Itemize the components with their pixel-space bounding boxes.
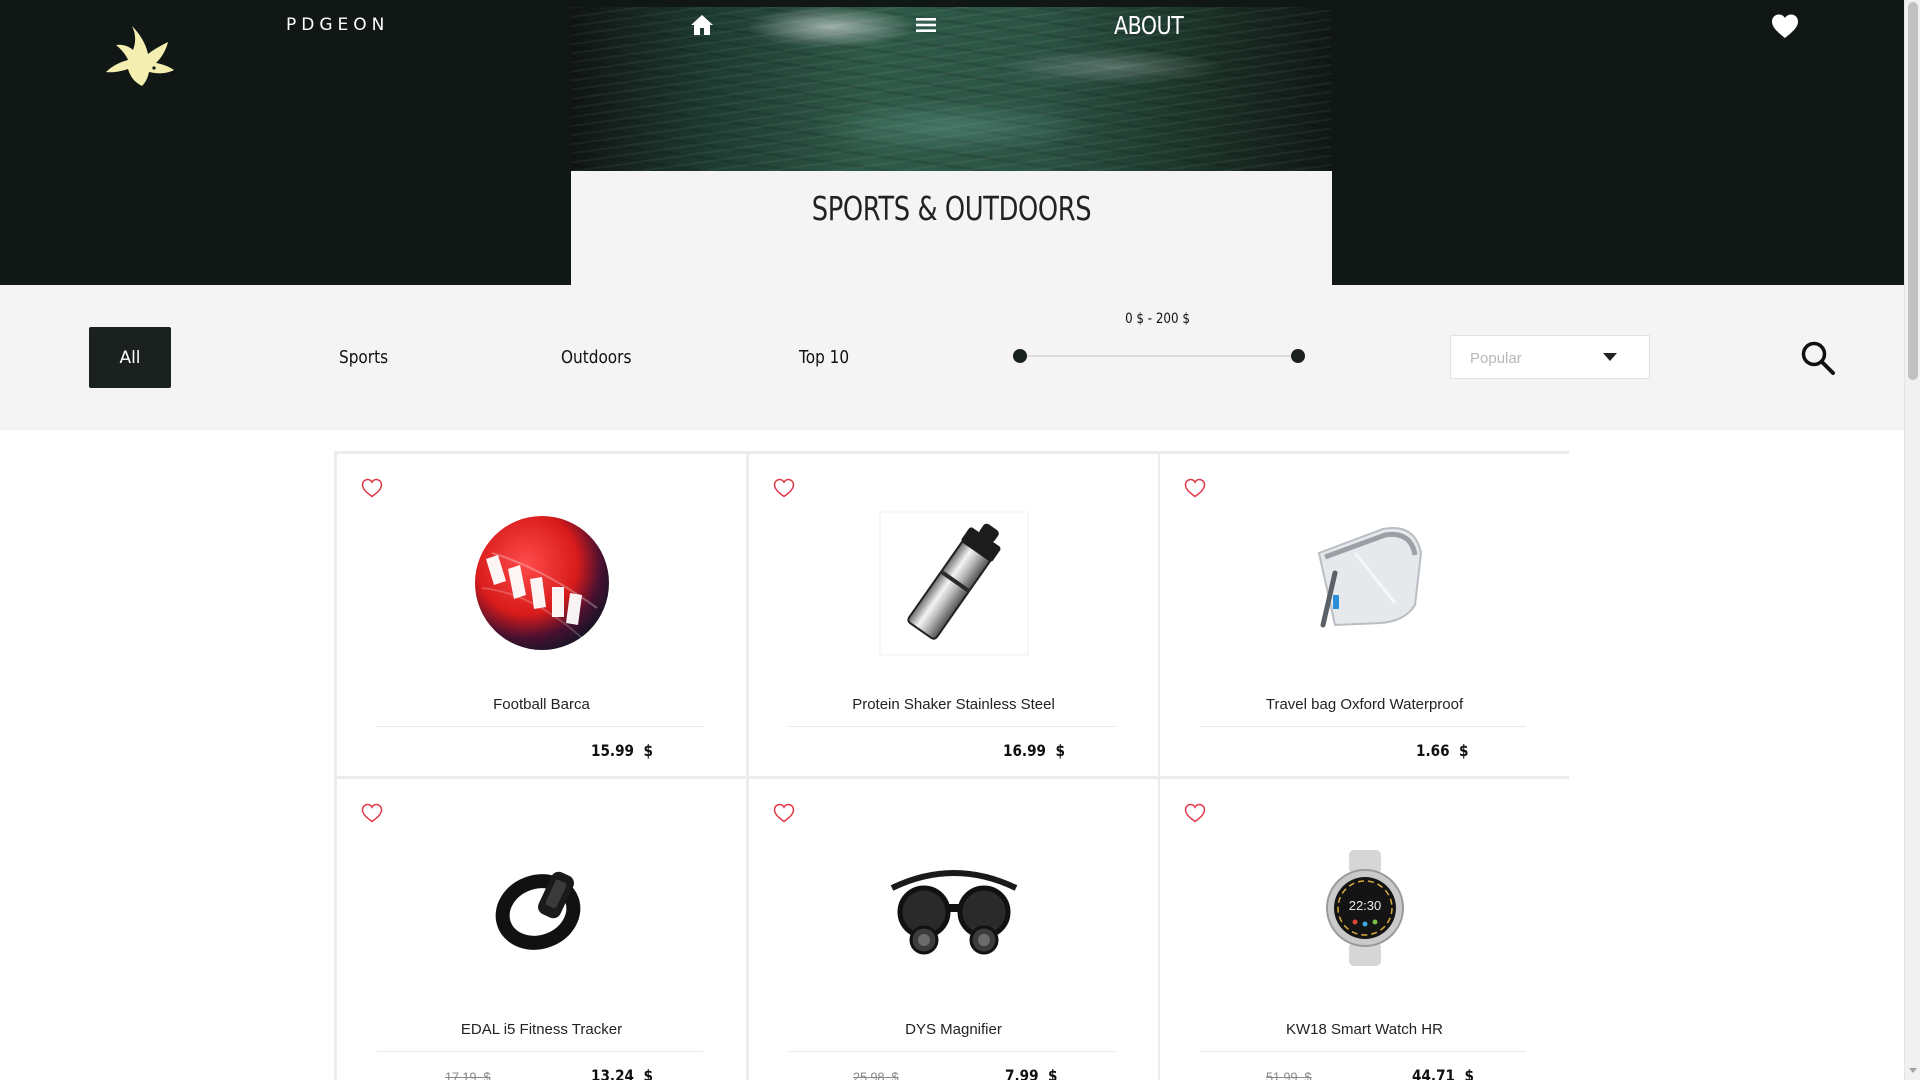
price-value: 15.99 [591,741,635,760]
filter-tab-outdoors[interactable]: Outdoors [561,347,631,368]
product-card[interactable]: Protein Shaker Stainless Steel 16.99 $ [749,454,1158,776]
travel-bag-image[interactable] [1280,508,1450,658]
price-value: 16.99 [1003,741,1047,760]
product-grid: Football Barca 15.99 $ Protein Shaker St… [334,451,1569,1080]
product-name[interactable]: Protein Shaker Stainless Steel [749,696,1158,713]
product-price: 7.99 $ [1005,1066,1058,1080]
price-range-track[interactable] [1019,355,1297,357]
sort-dropdown[interactable]: Popular [1450,335,1650,379]
product-price: 16.99 $ [1003,741,1065,760]
old-price-value: 51.99 [1266,1069,1298,1080]
price-value: 13.24 [591,1066,635,1080]
old-price-value: 17.19 [445,1069,477,1080]
caret-down-icon [1603,353,1617,361]
brand-name[interactable]: PDGEON [286,15,389,35]
hero-header: PDGEON ABOUT SPORTS & OUTDOORS [0,0,1904,285]
scrollbar-thumb[interactable] [1908,2,1918,380]
football-ball-image[interactable] [457,508,627,658]
price-currency: $ [1459,741,1469,760]
scroll-down-arrow-icon[interactable] [1909,1068,1917,1073]
heart-outline-icon[interactable] [773,478,795,498]
old-price-currency: $ [891,1069,899,1080]
old-price-value: 25.98 [853,1069,885,1080]
filter-tab-top10[interactable]: Top 10 [799,347,849,368]
sort-selected-value: Popular [1470,350,1522,367]
magnifier-glasses-graphic [890,870,1018,955]
heart-outline-icon[interactable] [361,478,383,498]
product-old-price: 25.98 $ [853,1069,899,1080]
heart-icon[interactable] [1771,13,1799,39]
shaker-bottle-graphic [879,511,1029,655]
product-divider [377,1051,703,1052]
price-currency: $ [1055,741,1065,760]
product-card[interactable]: Travel bag Oxford Waterproof 1.66 $ [1160,454,1569,776]
football-ball-graphic [475,516,609,650]
product-divider [377,726,703,727]
product-price: 44.71 $ [1412,1066,1474,1080]
product-divider [1200,1051,1526,1052]
filter-bar: All Sports Outdoors Top 10 0 $ - 200 $ P… [0,285,1904,430]
price-range-label: 0 $ - 200 $ [1125,311,1190,327]
product-card[interactable]: DYS Magnifier 25.98 $ 7.99 $ [749,779,1158,1080]
filter-tab-all[interactable]: All [89,327,171,388]
price-value: 1.66 [1416,741,1450,760]
fitness-band-image[interactable] [457,833,627,983]
product-divider [789,726,1115,727]
smart-watch-graphic: 22:30 [1326,850,1404,966]
price-value: 7.99 [1005,1066,1039,1080]
shaker-bottle-image[interactable] [869,508,1039,658]
magnifier-glasses-image[interactable] [869,833,1039,983]
heart-outline-icon[interactable] [361,803,383,823]
heart-outline-icon[interactable] [773,803,795,823]
product-price: 1.66 $ [1416,741,1469,760]
product-old-price: 17.19 $ [445,1069,491,1080]
category-title-panel: SPORTS & OUTDOORS [571,171,1332,285]
product-card[interactable]: Football Barca 15.99 $ [337,454,746,776]
page-title: SPORTS & OUTDOORS [811,189,1092,228]
nav-about-link[interactable]: ABOUT [1114,11,1184,40]
product-name[interactable]: Travel bag Oxford Waterproof [1160,696,1569,713]
product-name[interactable]: Football Barca [337,696,746,713]
hamburger-menu-icon[interactable] [915,15,937,35]
product-name[interactable]: DYS Magnifier [749,1021,1158,1038]
price-currency: $ [643,741,653,760]
price-currency: $ [1048,1066,1058,1080]
home-icon[interactable] [690,14,714,36]
product-card[interactable]: EDAL i5 Fitness Tracker 17.19 $ 13.24 $ [337,779,746,1080]
smart-watch-image[interactable]: 22:30 [1280,833,1450,983]
price-currency: $ [1464,1066,1474,1080]
price-range-max-handle[interactable] [1291,349,1305,363]
product-price: 13.24 $ [591,1066,653,1080]
fitness-band-graphic [495,871,581,950]
product-old-price: 51.99 $ [1266,1069,1312,1080]
page-scrollbar[interactable] [1904,0,1920,1080]
search-icon[interactable] [1800,340,1836,376]
product-divider [789,1051,1115,1052]
price-value: 44.71 [1412,1066,1456,1080]
product-divider [1200,726,1526,727]
filter-tab-sports[interactable]: Sports [339,347,388,368]
product-price: 15.99 $ [591,741,653,760]
travel-bag-graphic [1317,527,1423,628]
heart-outline-icon[interactable] [1184,478,1206,498]
product-card[interactable]: 22:30 KW18 Smart Watch HR 51.99 $ 44.71 … [1160,779,1569,1080]
heart-outline-icon[interactable] [1184,803,1206,823]
old-price-currency: $ [1304,1069,1312,1080]
price-range-min-handle[interactable] [1013,349,1027,363]
old-price-currency: $ [483,1069,491,1080]
product-name[interactable]: KW18 Smart Watch HR [1160,1021,1569,1038]
dove-logo[interactable] [102,24,180,90]
product-name[interactable]: EDAL i5 Fitness Tracker [337,1021,746,1038]
price-currency: $ [643,1066,653,1080]
watch-face-time: 22:30 [1349,898,1382,913]
